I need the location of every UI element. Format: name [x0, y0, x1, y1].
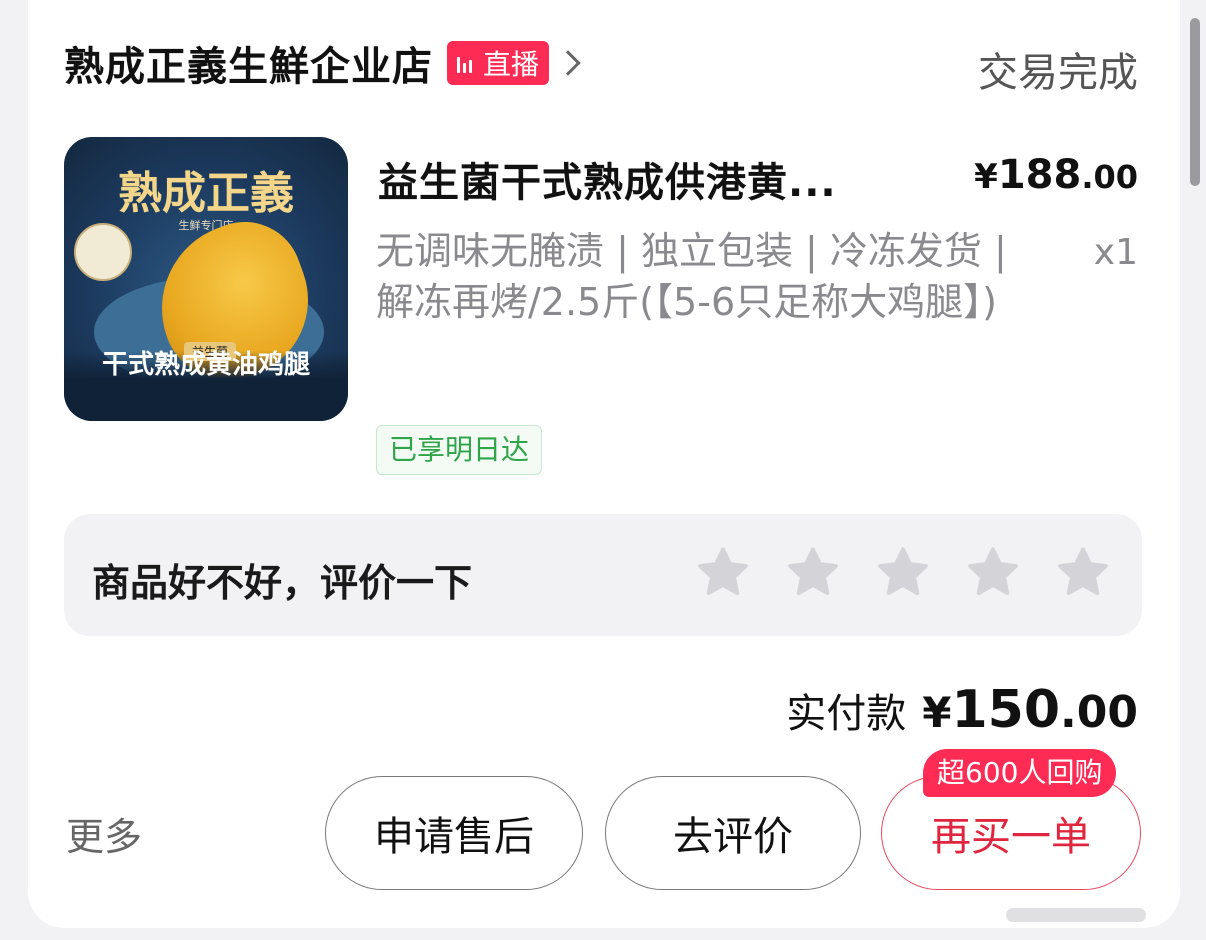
scrollbar-track[interactable] [1184, 0, 1206, 940]
delivery-tag: 已享明日达 [376, 425, 543, 475]
product-title[interactable]: 益生菌干式熟成供港黄... [378, 150, 837, 208]
after-sale-button[interactable]: 申请售后 [325, 776, 583, 890]
review-prompt-text: 商品好不好，评价一下 [92, 561, 473, 605]
amount-paid-value: ¥150.00 [922, 680, 1138, 740]
amount-paid: 实付款 ¥150.00 [786, 680, 1138, 740]
live-icon [457, 53, 475, 73]
product-quantity: x1 [1093, 232, 1138, 273]
home-indicator [1006, 908, 1146, 922]
star-icon[interactable] [784, 544, 842, 602]
star-icon[interactable] [694, 544, 752, 602]
more-link[interactable]: 更多 [66, 806, 142, 861]
write-review-button[interactable]: 去评价 [605, 776, 861, 890]
live-label: 直播 [483, 48, 540, 81]
amount-paid-integer: 150 [951, 680, 1061, 740]
star-icon[interactable] [1054, 544, 1112, 602]
amount-paid-label: 实付款 [786, 691, 907, 737]
store-name[interactable]: 熟成正義生鮮企业店 [64, 34, 433, 92]
price-integer: 188 [997, 152, 1082, 198]
product-price: ¥188.00 [974, 152, 1138, 198]
review-prompt-box[interactable]: 商品好不好，评价一下 [64, 514, 1142, 636]
price-decimal: .00 [1081, 158, 1138, 196]
chevron-right-icon[interactable] [555, 50, 581, 76]
star-icon[interactable] [874, 544, 932, 602]
product-image-caption: 干式熟成黄油鸡腿 [101, 350, 310, 380]
star-icon[interactable] [964, 544, 1022, 602]
live-badge[interactable]: 直播 [447, 41, 550, 85]
price-currency: ¥ [974, 157, 998, 197]
amount-paid-currency: ¥ [922, 688, 952, 737]
seal-badge-graphic [74, 223, 132, 281]
order-card: 熟成正義生鮮企业店 直播 交易完成 熟成正義 生鲜专门店 益生菌 干式熟成黄油鸡… [28, 0, 1180, 928]
product-image-title: 熟成正義 [118, 168, 294, 219]
rating-stars[interactable] [662, 544, 1112, 602]
product-specs: 无调味无腌渍 | 独立包装 | 冷冻发货 | 解冻再烤/2.5斤(【5-6只足称… [376, 229, 1007, 324]
store-header[interactable]: 熟成正義生鮮企业店 直播 [64, 38, 581, 90]
product-image[interactable]: 熟成正義 生鲜专门店 益生菌 干式熟成黄油鸡腿 [64, 137, 348, 421]
order-status: 交易完成 [978, 50, 1138, 96]
repurchase-badge: 超600人回购 [923, 749, 1117, 797]
scrollbar-thumb[interactable] [1190, 18, 1200, 186]
amount-paid-decimal: .00 [1060, 687, 1138, 738]
